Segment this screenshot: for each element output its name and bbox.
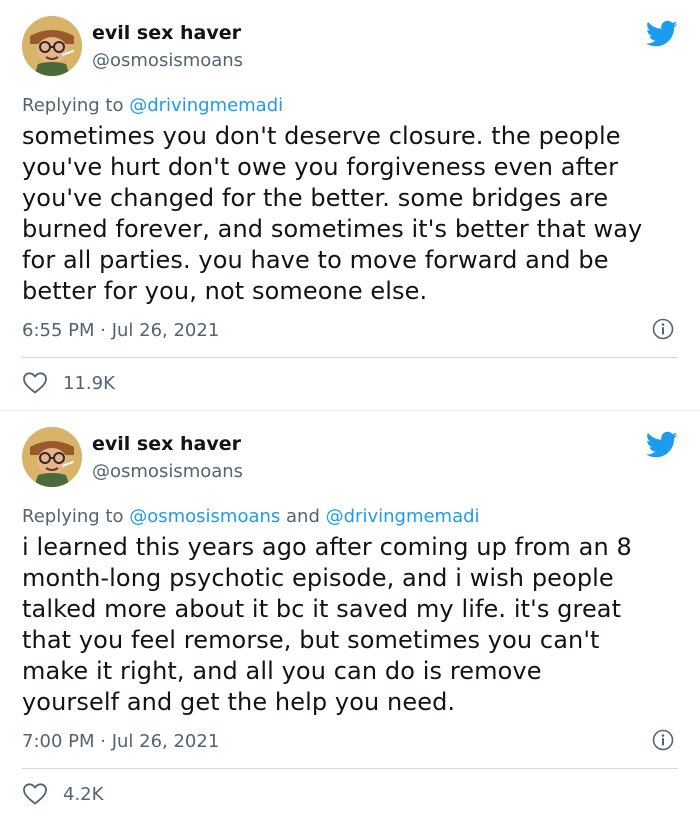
divider (22, 768, 678, 769)
mention-link[interactable]: @osmosismoans (129, 506, 280, 527)
avatar[interactable] (22, 16, 82, 76)
divider (22, 357, 678, 358)
tweet-card: evil sex haver @osmosismoans Replying to… (0, 411, 700, 823)
tweet-text-line: sometimes you don't deserve closure. the… (22, 122, 621, 150)
tweet-text-line: make it right, and all you can do is rem… (22, 657, 542, 685)
tweet-text-line: talked more about it bc it saved my life… (22, 595, 622, 623)
replying-prefix: Replying to (22, 95, 124, 116)
tweet-text-line: you've changed for the better. some brid… (22, 184, 609, 212)
timestamp[interactable]: 6:55 PM · Jul 26, 2021 (22, 320, 219, 341)
like-action[interactable]: 4.2K (22, 780, 103, 808)
display-name[interactable]: evil sex haver (92, 433, 241, 455)
like-count: 4.2K (63, 783, 104, 805)
info-icon[interactable] (652, 729, 674, 751)
display-name[interactable]: evil sex haver (92, 22, 241, 44)
heart-icon[interactable] (22, 371, 48, 395)
info-icon[interactable] (652, 318, 674, 340)
avatar[interactable] (22, 427, 82, 487)
tweet-text-line: month-long psychotic episode, and i wish… (22, 564, 614, 592)
replying-to: Replying to @osmosismoans and @drivingme… (22, 506, 480, 527)
heart-icon[interactable] (22, 782, 48, 806)
user-handle[interactable]: @osmosismoans (92, 461, 243, 482)
like-count: 11.9K (63, 372, 115, 394)
timestamp[interactable]: 7:00 PM · Jul 26, 2021 (22, 731, 219, 752)
tweet-text-line: you've hurt don't owe you forgiveness ev… (22, 153, 619, 181)
tweet-text-line: i learned this years ago after coming up… (22, 533, 632, 561)
tweet-text-line: for all parties. you have to move forwar… (22, 246, 609, 274)
replying-prefix: Replying to (22, 506, 124, 527)
tweet-text: i learned this years ago after coming up… (22, 532, 682, 718)
like-action[interactable]: 11.9K (22, 369, 115, 397)
tweet-text-line: burned forever, and sometimes it's bette… (22, 215, 643, 243)
tweet-card: evil sex haver @osmosismoans Replying to… (0, 0, 700, 410)
twitter-bird-icon[interactable] (646, 431, 678, 459)
tweet-text-line: better for you, not someone else. (22, 277, 428, 305)
replying-to: Replying to @drivingmemadi (22, 95, 283, 116)
mention-link[interactable]: @drivingmemadi (129, 95, 283, 116)
tweet-text: sometimes you don't deserve closure. the… (22, 121, 682, 307)
tweet-text-line: yourself and get the help you need. (22, 688, 456, 716)
twitter-bird-icon[interactable] (646, 20, 678, 48)
replying-joiner: and (286, 506, 320, 527)
user-handle[interactable]: @osmosismoans (92, 50, 243, 71)
mention-link[interactable]: @drivingmemadi (326, 506, 480, 527)
tweet-text-line: that you feel remorse, but sometimes you… (22, 626, 600, 654)
